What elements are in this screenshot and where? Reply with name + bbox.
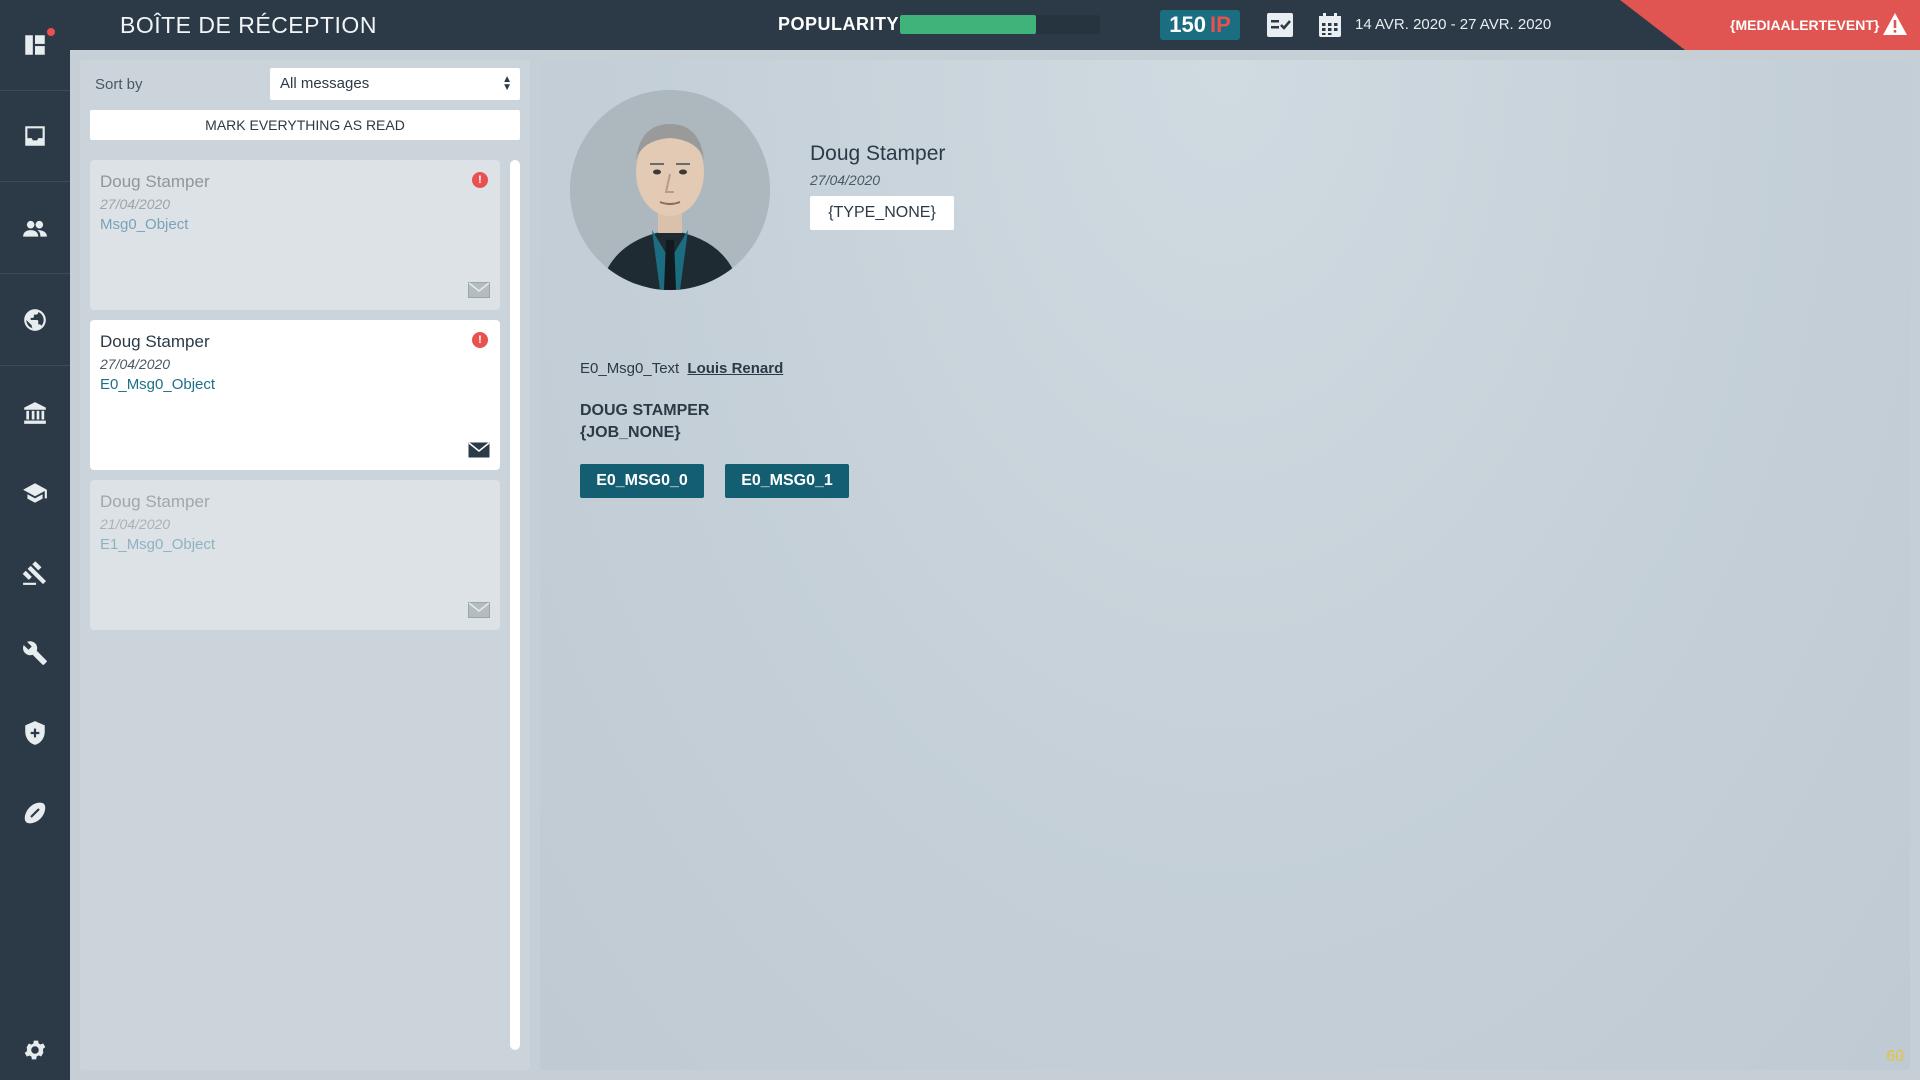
message-sender: Doug Stamper [100,172,210,191]
message-list-panel: Sort by All messages ▲ ▼ MARK EVERYTHING … [80,60,530,1070]
dashboard-button[interactable] [0,15,70,75]
message-subject: Msg0_Object [100,216,189,233]
page-title: BOÎTE DE RÉCEPTION [120,12,377,38]
influence-points-badge: 150 IP [1160,10,1240,40]
sidebar [0,0,70,1080]
globe-icon [24,309,46,331]
notification-dot [47,28,55,36]
sidebar-item-construction[interactable] [0,623,70,683]
message-card[interactable]: Doug Stamper 27/04/2020 Msg0_Object ! [90,160,500,310]
message-card-active[interactable]: Doug Stamper 27/04/2020 E0_Msg0_Object ! [90,320,500,470]
envelope-icon [468,282,490,298]
institution-icon [24,402,46,424]
settings-button[interactable] [0,1020,70,1080]
character-link[interactable]: Louis Renard [687,360,783,377]
shield-icon [25,721,45,745]
date-range: 14 AVR. 2020 - 27 AVR. 2020 [1355,16,1552,33]
message-date: 21/04/2020 [100,516,171,532]
unread-indicator-icon: ! [472,172,488,188]
response-option-button[interactable]: E0_MSG0_0 [580,464,704,498]
signature-name: DOUG STAMPER [580,402,710,419]
media-alert-text[interactable]: {MEDIAALERTEVENT} [1730,17,1879,33]
message-body-text: E0_Msg0_Text [580,360,680,377]
message-card[interactable]: Doug Stamper 21/04/2020 E1_Msg0_Object [90,480,500,630]
message-sender: Doug Stamper [100,332,210,351]
sort-label: Sort by [95,76,143,93]
envelope-icon [468,602,490,618]
signature-job: {JOB_NONE} [580,424,681,441]
sidebar-divider [0,181,70,182]
sidebar-item-people[interactable] [0,199,70,259]
mark-all-read-button[interactable]: MARK EVERYTHING AS READ [90,110,520,140]
message-type-badge: {TYPE_NONE} [810,196,954,230]
inbox-icon [25,126,45,146]
sidebar-divider [0,365,70,366]
sort-select-value: All messages [280,75,370,92]
message-body: E0_Msg0_Text Louis Renard [580,360,783,377]
sports-icon [24,802,46,824]
message-sender: Doug Stamper [100,492,210,511]
sidebar-item-justice[interactable] [0,543,70,603]
settings-icon [24,1040,46,1060]
popularity-bar-fill [900,15,1036,34]
education-icon [23,483,47,503]
message-date: 27/04/2020 [100,196,171,212]
calendar-icon[interactable] [1318,12,1342,38]
portrait-illustration [570,90,770,290]
message-list-scrollbar[interactable] [510,160,520,1050]
sidebar-item-institutions[interactable] [0,383,70,443]
fps-counter: 60 [1886,1048,1904,1065]
sidebar-item-education[interactable] [0,463,70,523]
sidebar-divider [0,90,70,91]
message-detail-panel: Doug Stamper 27/04/2020 {TYPE_NONE} E0_M… [540,60,1910,1070]
popularity-label: POPULARITY [778,14,900,34]
popularity-bar [900,15,1100,34]
ip-value: 150 [1169,12,1206,37]
detail-sender: Doug Stamper [810,142,946,165]
sort-select[interactable]: All messages ▲ ▼ [270,68,520,100]
select-arrows-icon: ▲ ▼ [502,74,512,93]
ip-unit: IP [1209,12,1231,37]
checklist-icon[interactable] [1266,12,1294,38]
message-date: 27/04/2020 [100,356,171,372]
sidebar-item-world[interactable] [0,290,70,350]
detail-date: 27/04/2020 [810,172,881,188]
sidebar-item-inbox[interactable] [0,106,70,166]
message-subject: E0_Msg0_Object [100,376,216,393]
people-icon [23,220,47,237]
response-option-button[interactable]: E0_MSG0_1 [725,464,849,498]
sidebar-divider [0,273,70,274]
sidebar-item-sports[interactable] [0,783,70,843]
sender-avatar [570,90,770,290]
sidebar-item-security[interactable] [0,703,70,763]
top-bar: BOÎTE DE RÉCEPTION POPULARITY 150 IP 14 … [70,0,1920,50]
message-subject: E1_Msg0_Object [100,536,216,553]
envelope-icon [468,442,490,458]
warning-icon[interactable] [1882,12,1908,36]
unread-indicator-icon: ! [472,332,488,348]
gavel-icon [22,561,47,585]
dashboard-icon [25,35,45,55]
tools-icon [23,641,47,665]
